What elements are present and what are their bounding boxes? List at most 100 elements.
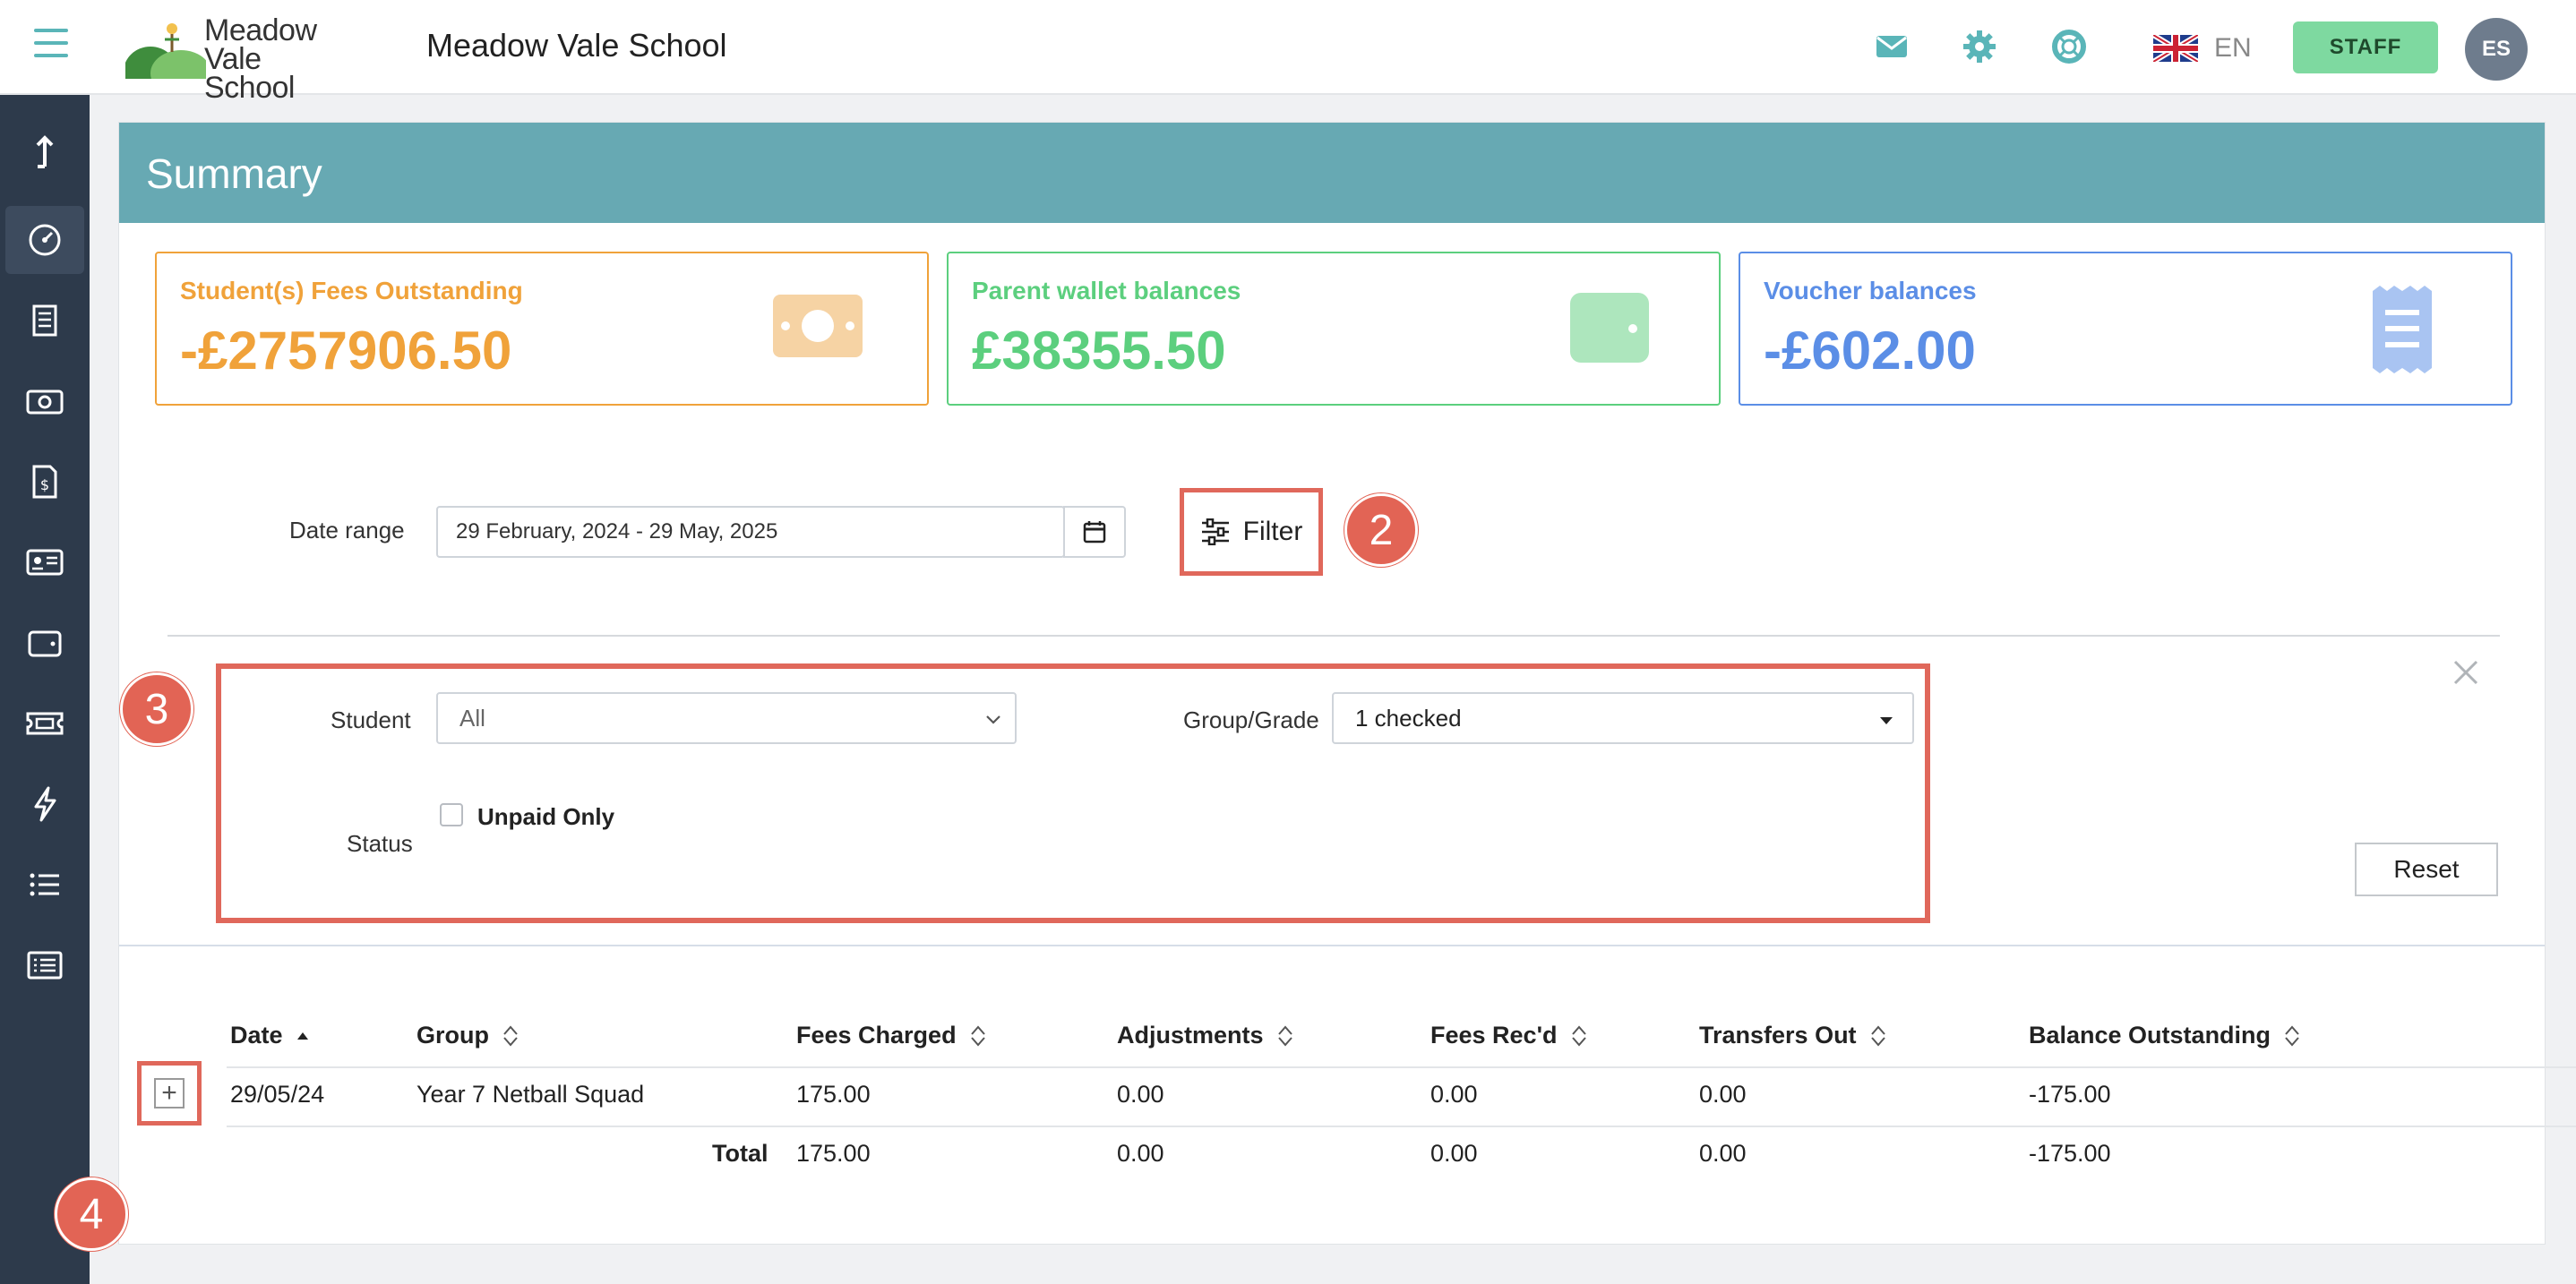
column-header-label: Balance Outstanding: [2029, 1022, 2271, 1049]
report-list-icon: [27, 951, 63, 980]
language-code: EN: [2214, 33, 2252, 63]
language-selector[interactable]: EN: [2153, 30, 2252, 66]
lightning-icon: [34, 786, 56, 822]
uk-flag-icon: [2153, 35, 2198, 62]
staff-button[interactable]: STAFF: [2293, 21, 2438, 73]
column-header-label: Adjustments: [1117, 1022, 1264, 1049]
table-header-divider: [227, 1066, 2576, 1068]
ticket-icon: [26, 712, 64, 735]
column-header-group[interactable]: Group: [416, 1022, 519, 1049]
menu-icon[interactable]: [34, 29, 68, 64]
sort-icon: [2285, 1024, 2299, 1047]
calendar-button[interactable]: [1063, 506, 1126, 558]
chevron-down-icon: [986, 715, 1000, 724]
invoice-icon: $: [32, 465, 57, 499]
divider: [119, 945, 2545, 946]
avatar[interactable]: ES: [2465, 18, 2528, 81]
student-select-value: All: [459, 704, 485, 732]
stat-wallet-balances: Parent wallet balances £38355.50: [947, 252, 1721, 406]
sidebar-item-vouchers[interactable]: [5, 689, 84, 758]
column-header-transfers-out[interactable]: Transfers Out: [1699, 1022, 1887, 1049]
close-icon[interactable]: [2448, 655, 2484, 690]
total-label: Total: [712, 1140, 769, 1167]
stat-label: Parent wallet balances: [972, 277, 1241, 304]
column-header-date[interactable]: Date: [230, 1022, 310, 1049]
stat-label: Student(s) Fees Outstanding: [180, 277, 523, 304]
sidebar: $: [0, 95, 90, 1284]
mail-icon[interactable]: [1874, 29, 1910, 64]
school-logo[interactable]: Meadow Vale School: [124, 15, 358, 103]
cell-fees-charged: 175.00: [796, 1081, 871, 1108]
cell-group: Year 7 Netball Squad: [416, 1081, 645, 1108]
stat-value: -£2757906.50: [180, 321, 512, 381]
summary-header: Summary: [119, 123, 2545, 223]
filter-button[interactable]: Filter: [1180, 488, 1323, 576]
sidebar-item-automation[interactable]: [5, 770, 84, 838]
sidebar-item-payments[interactable]: [5, 367, 84, 435]
divider: [167, 635, 2500, 637]
total-fees-recd: 0.00: [1430, 1140, 1478, 1167]
sort-icon: [503, 1024, 518, 1047]
unpaid-only-label[interactable]: Unpaid Only: [477, 803, 614, 831]
stat-value: -£602.00: [1764, 321, 1976, 381]
stat-fees-outstanding: Student(s) Fees Outstanding -£2757906.50: [155, 252, 929, 406]
column-header-label: Group: [416, 1022, 489, 1049]
summary-card: Summary Student(s) Fees Outstanding -£27…: [55, 122, 2576, 1251]
school-title: Meadow Vale School: [426, 27, 727, 64]
filter-panel: Student All Group/Grade 1 checked Status…: [216, 663, 1930, 923]
wallet-icon: [28, 630, 62, 657]
column-header-label: Fees Rec'd: [1430, 1022, 1558, 1049]
column-header-fees-charged[interactable]: Fees Charged: [796, 1022, 987, 1049]
sort-icon: [1571, 1024, 1586, 1047]
reset-button[interactable]: Reset: [2355, 843, 2498, 896]
sort-icon: [970, 1024, 985, 1047]
cell-transfers-out: 0.00: [1699, 1081, 1747, 1108]
column-header-adjustments[interactable]: Adjustments: [1117, 1022, 1294, 1049]
unpaid-only-checkbox[interactable]: [440, 803, 463, 826]
sidebar-item-id-cards[interactable]: [5, 528, 84, 596]
logo-text: Meadow Vale School: [204, 15, 358, 105]
wallet-icon: [1568, 291, 1651, 369]
callout-badge-4: 4: [55, 1177, 128, 1251]
banknote-icon: [771, 291, 864, 365]
sidebar-item-invoices[interactable]: $: [5, 448, 84, 516]
filter-button-label: Filter: [1242, 517, 1303, 546]
sidebar-item-list[interactable]: [5, 851, 84, 919]
top-bar: Meadow Vale School Meadow Vale School EN…: [0, 0, 2576, 103]
stat-label: Voucher balances: [1764, 277, 1977, 304]
student-label: Student: [331, 706, 411, 733]
sidebar-item-reports[interactable]: [5, 931, 84, 999]
column-header-balance-outstanding[interactable]: Balance Outstanding: [2029, 1022, 2301, 1049]
svg-text:$: $: [40, 476, 49, 493]
sliders-icon: [1201, 518, 1229, 545]
cell-balance-outstanding: -175.00: [2029, 1081, 2111, 1108]
logo-line-2: Vale School: [204, 42, 295, 105]
plus-icon: +: [154, 1078, 185, 1109]
sidebar-item-dashboard[interactable]: [5, 206, 84, 274]
student-select[interactable]: All: [436, 692, 1017, 744]
caret-down-icon: [1880, 717, 1893, 724]
gear-icon[interactable]: [1962, 29, 1997, 64]
voucher-icon: [2371, 286, 2434, 378]
expand-row-button[interactable]: +: [137, 1061, 202, 1126]
help-lifebuoy-icon[interactable]: [2051, 29, 2087, 64]
group-grade-select[interactable]: 1 checked: [1332, 692, 1914, 744]
date-range-input[interactable]: 29 February, 2024 - 29 May, 2025: [436, 506, 1065, 558]
column-header-label: Date: [230, 1022, 283, 1049]
cell-fees-recd: 0.00: [1430, 1081, 1478, 1108]
callout-badge-3: 3: [120, 672, 193, 746]
calendar-icon: [1083, 521, 1106, 544]
page-title: Summary: [146, 150, 322, 197]
list-icon: [30, 873, 59, 896]
stat-value: £38355.50: [972, 321, 1226, 381]
cell-adjustments: 0.00: [1117, 1081, 1164, 1108]
total-adjustments: 0.00: [1117, 1140, 1164, 1167]
sidebar-item-wallet[interactable]: [5, 609, 84, 677]
sort-asc-icon: [296, 1031, 308, 1040]
sidebar-item-upload[interactable]: [5, 118, 84, 186]
id-card-icon: [26, 549, 64, 576]
column-header-label: Transfers Out: [1699, 1022, 1857, 1049]
column-header-fees-recd[interactable]: Fees Rec'd: [1430, 1022, 1588, 1049]
sidebar-item-receipts[interactable]: [5, 287, 84, 355]
cell-date: 29/05/24: [230, 1081, 325, 1108]
